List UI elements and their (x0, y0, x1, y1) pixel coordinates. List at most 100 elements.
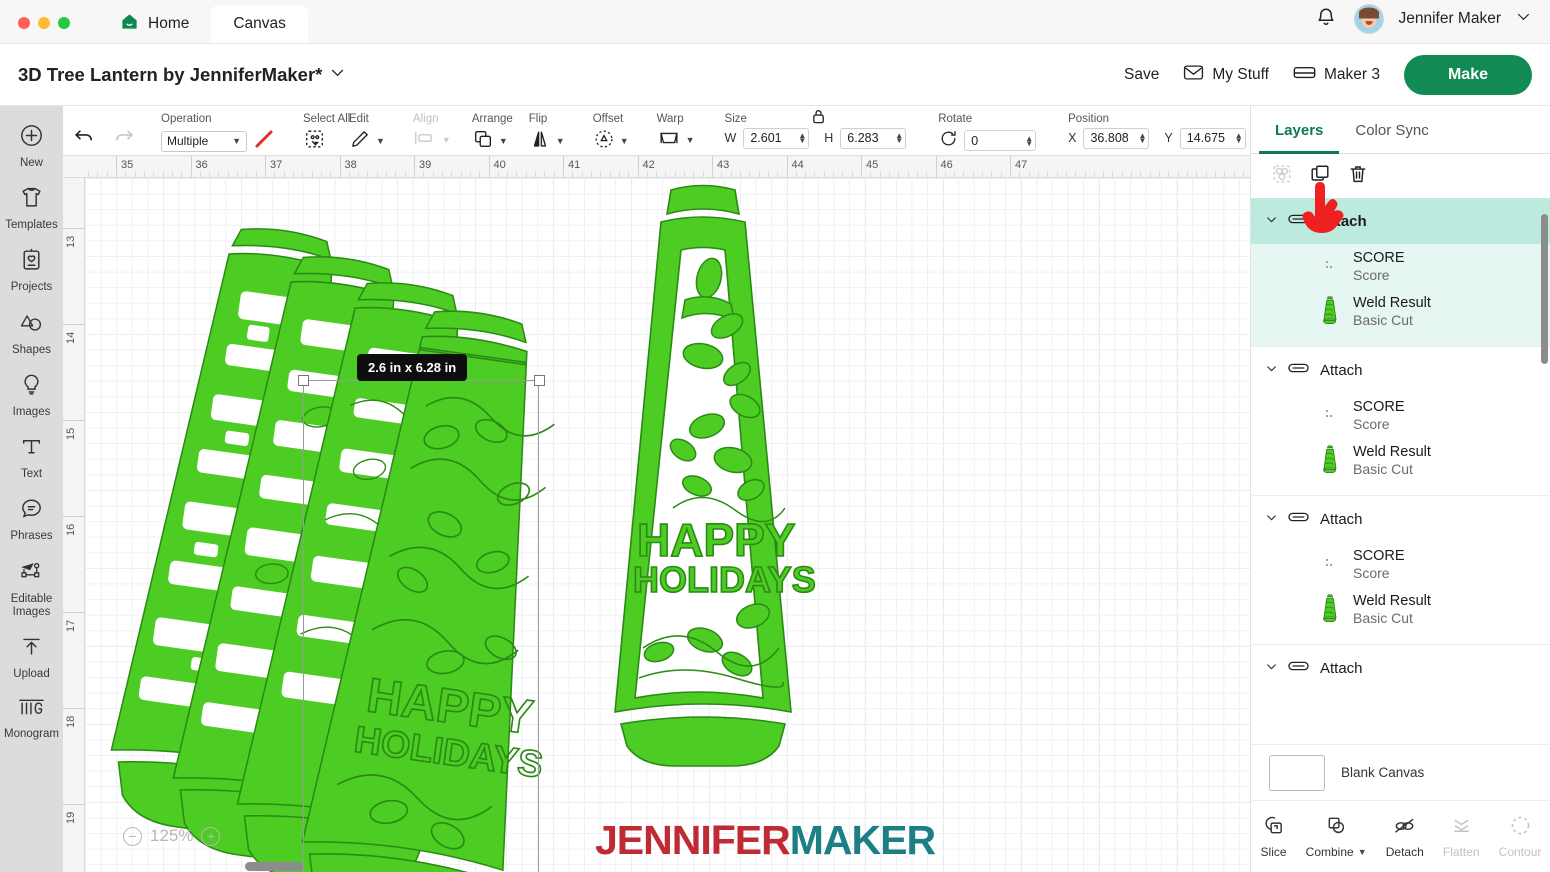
tab-home[interactable]: Home (98, 5, 211, 43)
operation-select[interactable]: Multiple ▼ (161, 130, 247, 152)
make-button[interactable]: Make (1403, 55, 1532, 95)
rotate-input[interactable] (971, 133, 1024, 148)
offset-icon[interactable] (593, 128, 615, 155)
attach-paperclip-icon (1288, 659, 1309, 678)
rotate-icon[interactable] (938, 128, 959, 154)
notification-bell-icon[interactable] (1314, 6, 1340, 32)
lock-closed-icon[interactable] (811, 108, 826, 130)
sidebar-item-phrases[interactable]: Phrases (0, 487, 63, 549)
sidebar-item-editable-images[interactable]: Editable Images (0, 550, 63, 625)
layer-row[interactable]: SCORE Score (1251, 393, 1550, 438)
upload-arrow-icon (19, 634, 44, 664)
canvas-artwork[interactable]: HAPPY HOLIDAYS HAPPY HOLIDAYS (85, 178, 1250, 872)
detach-button[interactable]: Detach (1386, 814, 1424, 859)
minimize-window-button[interactable] (38, 17, 50, 29)
select-all-icon[interactable] (303, 128, 326, 155)
flatten-label: Flatten (1442, 845, 1480, 859)
tab-color-sync[interactable]: Color Sync (1339, 106, 1444, 154)
canvas-grid[interactable]: HAPPY HOLIDAYS HAPPY HOLIDAYS 2.6 in x 6… (85, 178, 1250, 872)
edit-pencil-icon[interactable] (349, 128, 371, 155)
height-field[interactable]: ▲▼ (840, 127, 907, 149)
x-stepper[interactable]: ▲ ▼ (1136, 132, 1146, 145)
warp-chevron-down-icon[interactable]: ▼ (686, 135, 695, 145)
scrollbar-thumb[interactable] (245, 862, 303, 871)
slice-button[interactable]: Slice (1261, 814, 1287, 859)
combine-button[interactable]: Combine ▼ (1306, 814, 1367, 859)
ruler-minor-tick (1234, 172, 1235, 177)
project-title-chevron-down-icon[interactable] (329, 64, 346, 86)
width-stepper[interactable]: ▲ ▼ (796, 132, 806, 145)
sidebar-item-projects[interactable]: Projects (0, 238, 63, 300)
chevron-down-icon[interactable] (1265, 660, 1277, 676)
arrange-chevron-down-icon[interactable]: ▼ (499, 136, 508, 146)
chevron-down-icon[interactable] (1265, 362, 1277, 378)
layer-group-header[interactable]: Attach (1251, 347, 1550, 393)
page-title[interactable]: 3D Tree Lantern by JenniferMaker* (18, 64, 346, 86)
width-input[interactable] (750, 131, 797, 145)
selection-bounding-box[interactable] (303, 380, 539, 872)
plus-circle-icon[interactable]: + (201, 826, 221, 846)
undo-arrow-icon[interactable] (73, 126, 96, 150)
rotate-field[interactable]: ▲▼ (964, 130, 1037, 151)
user-menu-chevron-down-icon[interactable] (1515, 8, 1532, 30)
sidebar-item-monogram[interactable]: Monogram (0, 687, 63, 747)
close-window-button[interactable] (18, 17, 30, 29)
design-canvas[interactable]: 35 36 37 38 39 40 41 42 43 44 45 46 47 13 14 15 16 17 18 1… (63, 156, 1250, 872)
project-actions: Save My Stuff Maker 3 Make (1124, 44, 1532, 106)
x-input[interactable] (1090, 131, 1137, 145)
operation-color-swatch[interactable] (252, 128, 276, 155)
chevron-down-icon[interactable] (1265, 511, 1277, 527)
flip-chevron-down-icon[interactable]: ▼ (556, 136, 565, 146)
minus-circle-icon[interactable]: − (123, 826, 142, 846)
save-button[interactable]: Save (1124, 66, 1159, 84)
layers-scrollbar[interactable] (1541, 214, 1548, 364)
height-stepper[interactable]: ▲ ▼ (893, 132, 903, 145)
blank-canvas-row[interactable]: Blank Canvas (1251, 744, 1550, 800)
ruler-minor-tick (1010, 172, 1011, 177)
layer-group-header[interactable]: Attach (1251, 496, 1550, 542)
ruler-minor-tick (703, 172, 704, 177)
edit-chevron-down-icon[interactable]: ▼ (376, 136, 385, 146)
layer-row[interactable]: Weld Result Basic Cut (1251, 438, 1550, 483)
sidebar-item-images[interactable]: Images (0, 363, 63, 425)
combine-chevron-down-icon[interactable]: ▼ (1358, 847, 1367, 857)
rotate-stepper[interactable]: ▲ ▼ (1023, 134, 1033, 147)
layer-group-header[interactable]: Attach (1251, 645, 1550, 691)
x-field[interactable]: ▲▼ (1083, 127, 1150, 149)
shapes-icon (18, 310, 45, 340)
layer-row[interactable]: Weld Result Basic Cut (1251, 587, 1550, 632)
y-input[interactable] (1186, 131, 1233, 145)
rotate-group: Rotate ▲▼ (920, 106, 1050, 156)
layer-row[interactable]: SCORE Score (1251, 244, 1550, 289)
y-field[interactable]: ▲▼ (1179, 127, 1246, 149)
sidebar-item-upload[interactable]: Upload (0, 625, 63, 687)
width-field[interactable]: ▲▼ (743, 127, 810, 149)
save-label: Save (1124, 66, 1160, 83)
selection-handle-top-right[interactable] (534, 375, 545, 386)
blank-canvas-swatch[interactable] (1269, 754, 1325, 791)
maximize-window-button[interactable] (58, 17, 70, 29)
chevron-down-icon[interactable] (1265, 213, 1277, 229)
height-input[interactable] (847, 131, 894, 145)
ruler-minor-tick (898, 172, 899, 177)
sidebar-item-text[interactable]: Text (0, 425, 63, 487)
y-stepper[interactable]: ▲ ▼ (1233, 132, 1243, 145)
my-stuff-button[interactable]: My Stuff (1183, 64, 1269, 86)
ruler-minor-tick (274, 172, 275, 177)
sidebar-item-new[interactable]: New (0, 114, 63, 176)
offset-chevron-down-icon[interactable]: ▼ (620, 136, 629, 146)
layer-row[interactable]: Weld Result Basic Cut (1251, 289, 1550, 334)
redo-arrow-icon[interactable] (112, 126, 135, 150)
flip-icon[interactable] (529, 128, 551, 155)
sidebar-item-shapes[interactable]: Shapes (0, 301, 63, 363)
layer-group-header[interactable]: Attach (1251, 198, 1550, 244)
layer-row[interactable]: SCORE Score (1251, 542, 1550, 587)
avatar[interactable] (1354, 4, 1385, 34)
machine-selector[interactable]: Maker 3 (1293, 65, 1380, 86)
warp-icon[interactable] (657, 128, 681, 153)
tab-canvas[interactable]: Canvas (211, 5, 308, 43)
sidebar-item-templates[interactable]: Templates (0, 176, 63, 238)
tab-layers[interactable]: Layers (1259, 106, 1339, 154)
selection-handle-top-left[interactable] (298, 375, 309, 386)
arrange-icon[interactable] (472, 128, 494, 155)
